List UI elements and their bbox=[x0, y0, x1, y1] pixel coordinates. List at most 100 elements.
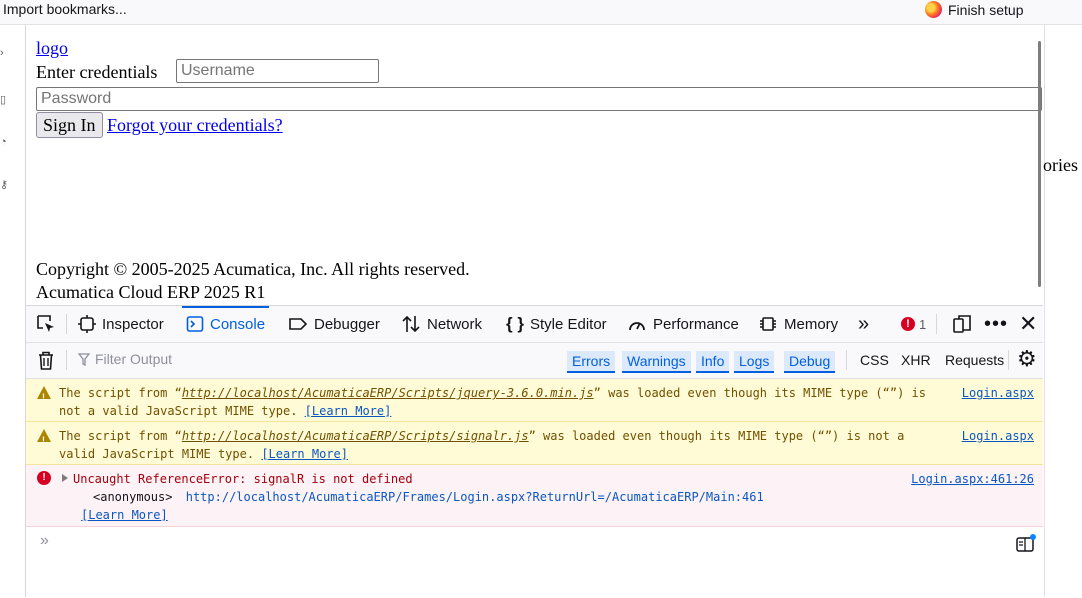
sidebar-key-icon[interactable]: ⚷ bbox=[0, 180, 8, 190]
filter-errors[interactable]: Errors bbox=[567, 351, 616, 373]
message-part: The script from “ bbox=[59, 386, 182, 400]
tab-network[interactable]: Network bbox=[401, 306, 482, 342]
learn-more-link[interactable]: [Learn More] bbox=[305, 404, 392, 418]
tab-separator bbox=[66, 314, 67, 334]
filter-placeholder: Filter Output bbox=[95, 351, 173, 367]
tab-label: Performance bbox=[653, 315, 739, 333]
learn-more-link[interactable]: [Learn More] bbox=[81, 506, 168, 524]
more-tools-button[interactable]: » bbox=[858, 306, 869, 342]
responsive-mode-icon bbox=[953, 315, 971, 333]
filter-icon bbox=[78, 352, 90, 366]
element-picker-button[interactable] bbox=[36, 306, 56, 342]
clipped-background-text: ories bbox=[1043, 155, 1078, 175]
import-bookmarks-link[interactable]: Import bookmarks... bbox=[3, 1, 127, 17]
element-picker-icon bbox=[37, 315, 54, 332]
warning-icon bbox=[37, 386, 51, 406]
sidebar-doc-icon[interactable]: ▯ bbox=[0, 95, 8, 105]
prompt-chevron-icon: » bbox=[40, 532, 49, 549]
tab-label: Inspector bbox=[102, 315, 164, 333]
message-text: The script from “http://localhost/Acumat… bbox=[59, 384, 939, 420]
password-input[interactable] bbox=[36, 87, 1042, 111]
firefox-icon bbox=[925, 1, 942, 18]
more-options-icon: ••• bbox=[984, 312, 1009, 335]
stack-frame-function: <anonymous> bbox=[93, 490, 173, 504]
forgot-credentials-link[interactable]: Forgot your credentials? bbox=[107, 115, 283, 136]
toolbar-separator bbox=[66, 350, 67, 370]
tab-label: Style Editor bbox=[529, 315, 607, 333]
console-message-warning: The script from “http://localhost/Acumat… bbox=[26, 422, 1043, 465]
bookmarks-bar: Import bookmarks... Finish setup bbox=[0, 0, 1082, 25]
script-url-link[interactable]: http://localhost/AcumaticaERP/Scripts/jq… bbox=[182, 386, 594, 400]
filter-warnings[interactable]: Warnings bbox=[622, 351, 691, 373]
tab-separator bbox=[936, 314, 937, 334]
style-editor-icon: { } bbox=[506, 314, 524, 333]
devtools-menu-button[interactable]: ••• bbox=[984, 306, 1008, 342]
username-input[interactable] bbox=[176, 59, 379, 83]
sidebar-arrow-icon[interactable]: › bbox=[0, 48, 8, 58]
error-text: Uncaught ReferenceError: signalR is not … bbox=[73, 472, 413, 486]
memory-icon bbox=[760, 317, 776, 331]
console-message-error: ! Uncaught ReferenceError: signalR is no… bbox=[26, 465, 1043, 527]
performance-icon bbox=[629, 322, 645, 331]
filter-output-input[interactable]: Filter Output bbox=[78, 351, 172, 367]
filter-xhr[interactable]: XHR bbox=[901, 352, 931, 368]
devtools-tabbar: Inspector Console Debugger Network { } S… bbox=[26, 306, 1043, 343]
console-toolbar: Filter Output Errors Warnings Info Logs … bbox=[26, 343, 1043, 379]
close-devtools-button[interactable]: ✕ bbox=[1019, 306, 1037, 342]
copyright-text: Copyright © 2005-2025 Acumatica, Inc. Al… bbox=[36, 259, 470, 279]
filter-css[interactable]: CSS bbox=[860, 352, 889, 368]
version-text: Acumatica Cloud ERP 2025 R1 bbox=[36, 282, 266, 302]
tab-label: Network bbox=[427, 315, 483, 333]
stack-frame: <anonymous> http://localhost/AcumaticaER… bbox=[93, 488, 764, 506]
login-page: logo Enter credentials Sign In Forgot yo… bbox=[26, 25, 1043, 305]
sign-in-button[interactable]: Sign In bbox=[36, 112, 103, 138]
devtools-panel: Inspector Console Debugger Network { } S… bbox=[26, 305, 1043, 598]
finish-setup-label: Finish setup bbox=[948, 1, 1024, 18]
chevron-double-right-icon: » bbox=[858, 312, 870, 335]
tab-debugger[interactable]: Debugger bbox=[288, 306, 380, 342]
toolbar-separator bbox=[846, 350, 847, 370]
network-icon bbox=[402, 315, 420, 333]
console-settings-icon[interactable]: ⚙ bbox=[1017, 346, 1037, 372]
filter-requests[interactable]: Requests bbox=[945, 352, 1004, 368]
message-part: The script from “ bbox=[59, 429, 182, 443]
stack-frame-url[interactable]: http://localhost/AcumaticaERP/Frames/Log… bbox=[186, 490, 764, 504]
source-location-link[interactable]: Login.aspx bbox=[962, 384, 1034, 402]
tab-label: Memory bbox=[784, 315, 839, 333]
error-count-button[interactable]: ! 1 bbox=[901, 306, 926, 342]
tab-performance[interactable]: Performance bbox=[627, 306, 739, 342]
sidebar-clock-icon[interactable]: ◔ bbox=[0, 137, 8, 147]
source-location-link[interactable]: Login.aspx:461:26 bbox=[911, 470, 1034, 488]
expand-triangle-icon[interactable] bbox=[62, 474, 68, 482]
tab-style-editor[interactable]: { } Style Editor bbox=[506, 306, 607, 342]
tab-console[interactable]: Console bbox=[181, 306, 270, 342]
responsive-design-button[interactable] bbox=[952, 306, 972, 342]
close-icon: ✕ bbox=[1019, 311, 1038, 336]
debugger-icon bbox=[289, 318, 308, 330]
logo-link[interactable]: logo bbox=[36, 38, 68, 59]
credentials-label: Enter credentials bbox=[36, 62, 158, 82]
inspector-icon bbox=[78, 315, 96, 333]
script-url-link[interactable]: http://localhost/AcumaticaERP/Scripts/si… bbox=[182, 429, 529, 443]
tab-memory[interactable]: Memory bbox=[758, 306, 838, 342]
filter-info[interactable]: Info bbox=[696, 351, 730, 373]
tab-inspector[interactable]: Inspector bbox=[78, 306, 164, 342]
toggle-sidebar-icon[interactable] bbox=[1015, 533, 1037, 553]
clear-console-icon[interactable] bbox=[38, 351, 54, 370]
error-icon: ! bbox=[37, 471, 51, 485]
left-sidebar-strip: › ▯ ◔ ⚷ bbox=[0, 25, 26, 597]
learn-more-link[interactable]: [Learn More] bbox=[261, 447, 348, 461]
console-icon bbox=[186, 316, 204, 332]
finish-setup-button[interactable]: Finish setup bbox=[925, 1, 1023, 18]
source-location-link[interactable]: Login.aspx bbox=[962, 427, 1034, 445]
console-input[interactable]: » bbox=[26, 527, 1043, 557]
right-gutter bbox=[1044, 25, 1082, 597]
toolbar-separator bbox=[1008, 350, 1009, 370]
console-message-warning: The script from “http://localhost/Acumat… bbox=[26, 379, 1043, 422]
warning-icon bbox=[37, 429, 51, 449]
filter-debug[interactable]: Debug bbox=[784, 351, 836, 373]
error-icon: ! bbox=[901, 317, 915, 331]
filter-logs[interactable]: Logs bbox=[734, 351, 775, 373]
page-scrollbar[interactable] bbox=[1038, 41, 1041, 287]
tab-label: Debugger bbox=[314, 315, 380, 333]
